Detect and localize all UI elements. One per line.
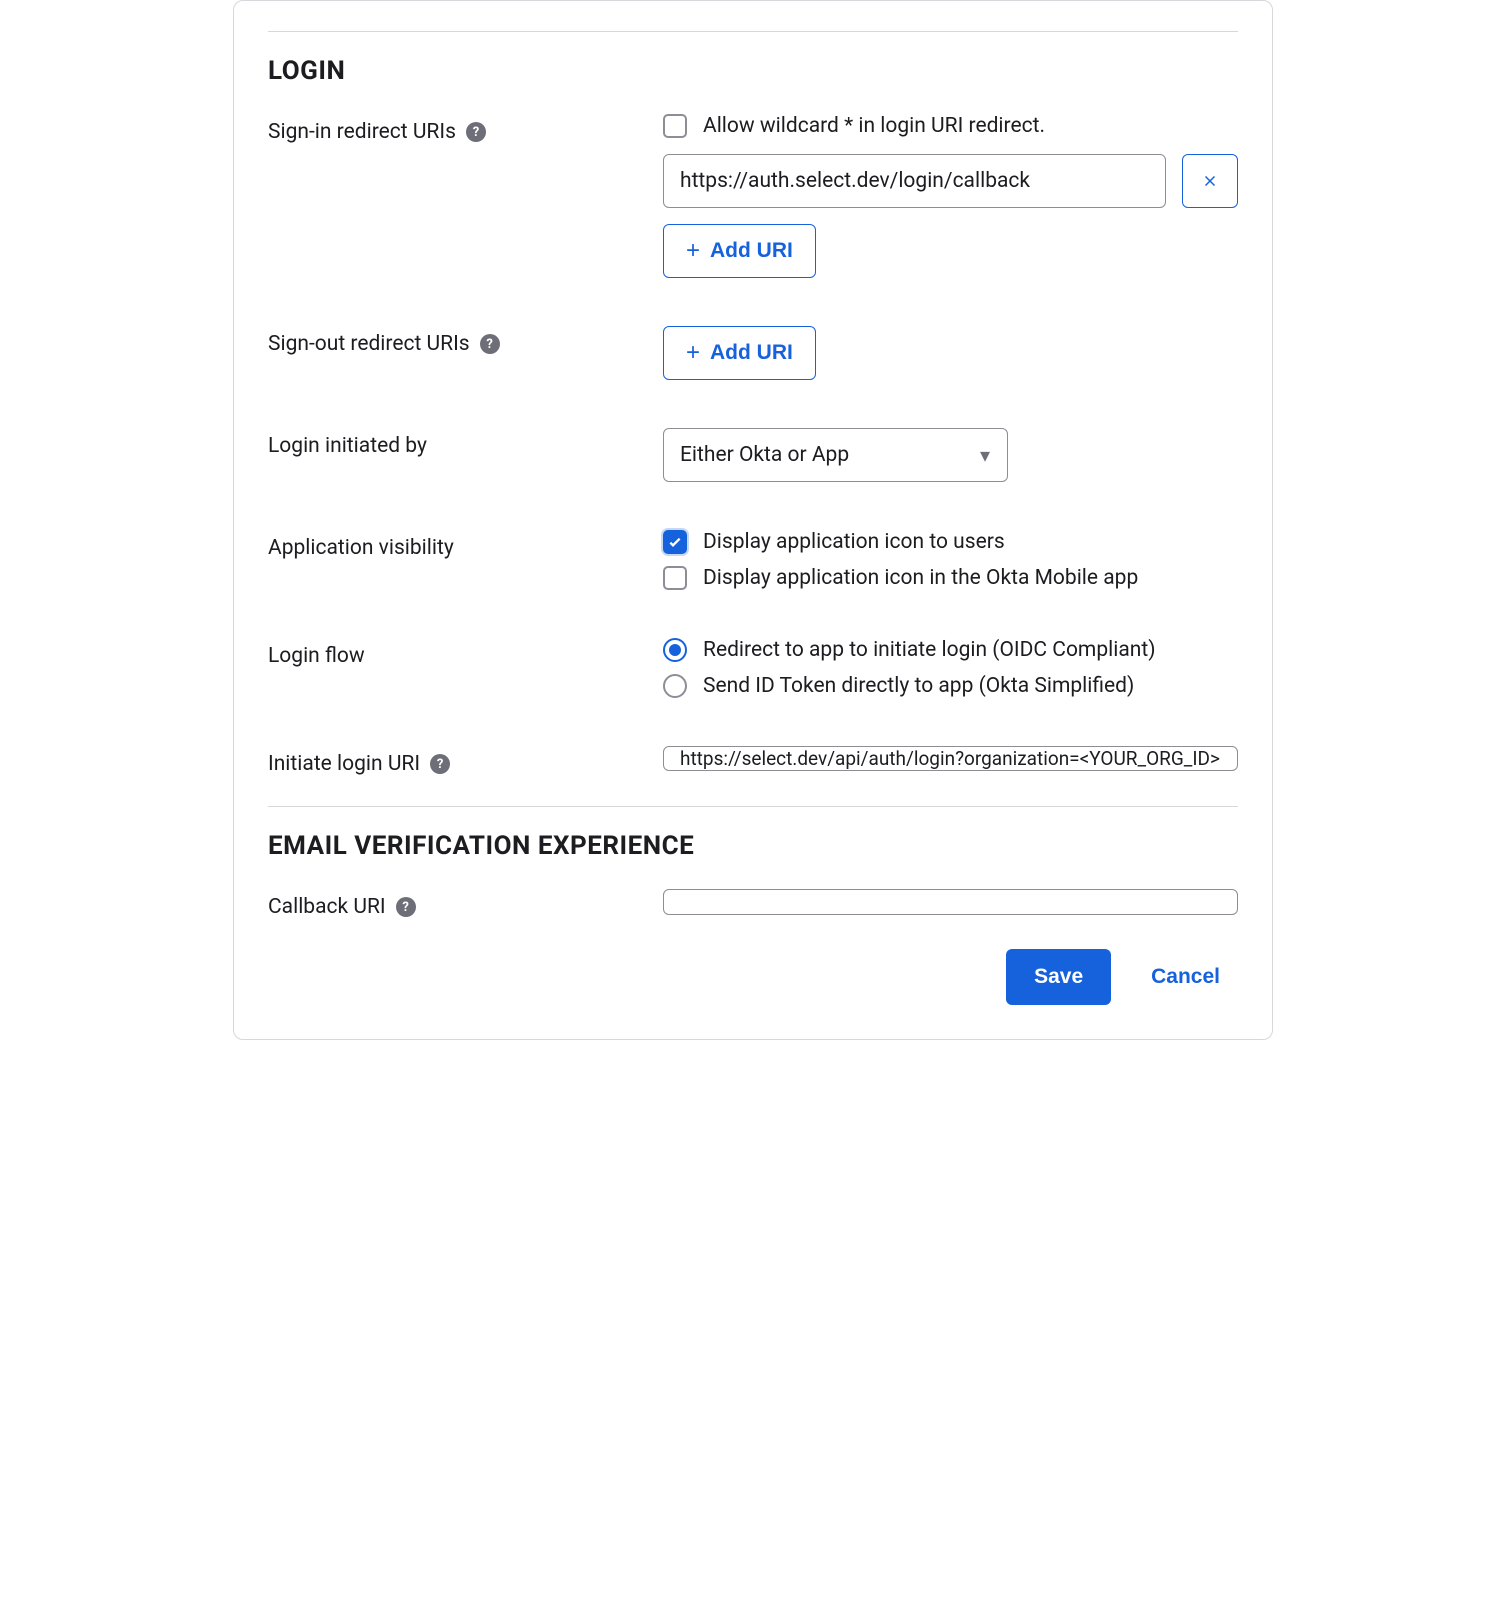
add-sign-in-uri-button[interactable]: + Add URI xyxy=(663,224,816,278)
login-flow-controls: Redirect to app to initiate login (OIDC … xyxy=(663,638,1238,698)
sign-in-redirect-label: Sign-in redirect URIs xyxy=(268,120,456,144)
app-visibility-row: Application visibility Display applicati… xyxy=(268,530,1238,590)
sign-in-redirect-label-col: Sign-in redirect URIs ? xyxy=(268,114,663,144)
remove-uri-button[interactable] xyxy=(1182,154,1238,208)
cancel-button[interactable]: Cancel xyxy=(1151,965,1238,989)
sign-out-redirect-row: Sign-out redirect URIs ? + Add URI xyxy=(268,326,1238,380)
plus-icon: + xyxy=(686,239,700,263)
display-mobile-checkbox[interactable] xyxy=(663,566,687,590)
callback-uri-row: Callback URI ? xyxy=(268,889,1238,919)
login-flow-redirect-label: Redirect to app to initiate login (OIDC … xyxy=(703,638,1156,662)
save-button[interactable]: Save xyxy=(1006,949,1111,1005)
login-initiated-label-col: Login initiated by xyxy=(268,428,663,458)
login-flow-label-col: Login flow xyxy=(268,638,663,668)
callback-uri-label-col: Callback URI ? xyxy=(268,889,663,919)
login-initiated-controls: Either Okta or App ▾ xyxy=(663,428,1238,482)
initiate-login-input[interactable] xyxy=(663,746,1238,771)
add-sign-out-uri-button[interactable]: + Add URI xyxy=(663,326,816,380)
initiate-login-row: Initiate login URI ? xyxy=(268,746,1238,776)
callback-uri-label: Callback URI xyxy=(268,895,386,919)
help-icon[interactable]: ? xyxy=(466,122,486,142)
app-visibility-label: Application visibility xyxy=(268,536,454,560)
sign-in-uri-row xyxy=(663,154,1238,208)
initiate-login-label: Initiate login URI xyxy=(268,752,420,776)
initiate-login-label-col: Initiate login URI ? xyxy=(268,746,663,776)
sign-in-redirect-controls: Allow wildcard * in login URI redirect. … xyxy=(663,114,1238,278)
add-uri-label: Add URI xyxy=(710,239,793,263)
login-flow-label: Login flow xyxy=(268,644,365,668)
login-flow-row: Login flow Redirect to app to initiate l… xyxy=(268,638,1238,698)
callback-uri-controls xyxy=(663,889,1238,915)
login-flow-token-row: Send ID Token directly to app (Okta Simp… xyxy=(663,674,1238,698)
login-section-title: LOGIN xyxy=(268,56,1238,86)
login-initiated-row: Login initiated by Either Okta or App ▾ xyxy=(268,428,1238,482)
app-visibility-label-col: Application visibility xyxy=(268,530,663,560)
display-mobile-row: Display application icon in the Okta Mob… xyxy=(663,566,1238,590)
sign-out-redirect-controls: + Add URI xyxy=(663,326,1238,380)
form-footer: Save Cancel xyxy=(268,949,1238,1005)
login-flow-redirect-row: Redirect to app to initiate login (OIDC … xyxy=(663,638,1238,662)
login-initiated-select[interactable]: Either Okta or App xyxy=(663,428,1008,482)
sign-out-redirect-label-col: Sign-out redirect URIs ? xyxy=(268,326,663,356)
sign-in-redirect-row: Sign-in redirect URIs ? Allow wildcard *… xyxy=(268,114,1238,278)
callback-uri-input[interactable] xyxy=(663,889,1238,915)
allow-wildcard-checkbox[interactable] xyxy=(663,114,687,138)
allow-wildcard-row: Allow wildcard * in login URI redirect. xyxy=(663,114,1238,138)
help-icon[interactable]: ? xyxy=(396,897,416,917)
display-users-label: Display application icon to users xyxy=(703,530,1005,554)
display-users-row: Display application icon to users xyxy=(663,530,1238,554)
display-users-checkbox[interactable] xyxy=(663,530,687,554)
sign-in-uri-input[interactable] xyxy=(663,154,1166,208)
plus-icon: + xyxy=(686,341,700,365)
section-divider xyxy=(268,806,1238,807)
display-mobile-label: Display application icon in the Okta Mob… xyxy=(703,566,1138,590)
login-flow-token-radio[interactable] xyxy=(663,674,687,698)
help-icon[interactable]: ? xyxy=(480,334,500,354)
help-icon[interactable]: ? xyxy=(430,754,450,774)
login-flow-redirect-radio[interactable] xyxy=(663,638,687,662)
close-icon xyxy=(1201,172,1219,190)
section-divider xyxy=(268,31,1238,32)
email-verification-section-title: EMAIL VERIFICATION EXPERIENCE xyxy=(268,831,1238,861)
login-flow-token-label: Send ID Token directly to app (Okta Simp… xyxy=(703,674,1134,698)
add-uri-label: Add URI xyxy=(710,341,793,365)
sign-out-redirect-label: Sign-out redirect URIs xyxy=(268,332,470,356)
initiate-login-controls xyxy=(663,746,1238,771)
login-initiated-select-wrap: Either Okta or App ▾ xyxy=(663,428,1008,482)
settings-panel: LOGIN Sign-in redirect URIs ? Allow wild… xyxy=(233,0,1273,1040)
app-visibility-controls: Display application icon to users Displa… xyxy=(663,530,1238,590)
allow-wildcard-label: Allow wildcard * in login URI redirect. xyxy=(703,114,1045,138)
check-icon xyxy=(667,534,683,550)
login-initiated-label: Login initiated by xyxy=(268,434,427,458)
